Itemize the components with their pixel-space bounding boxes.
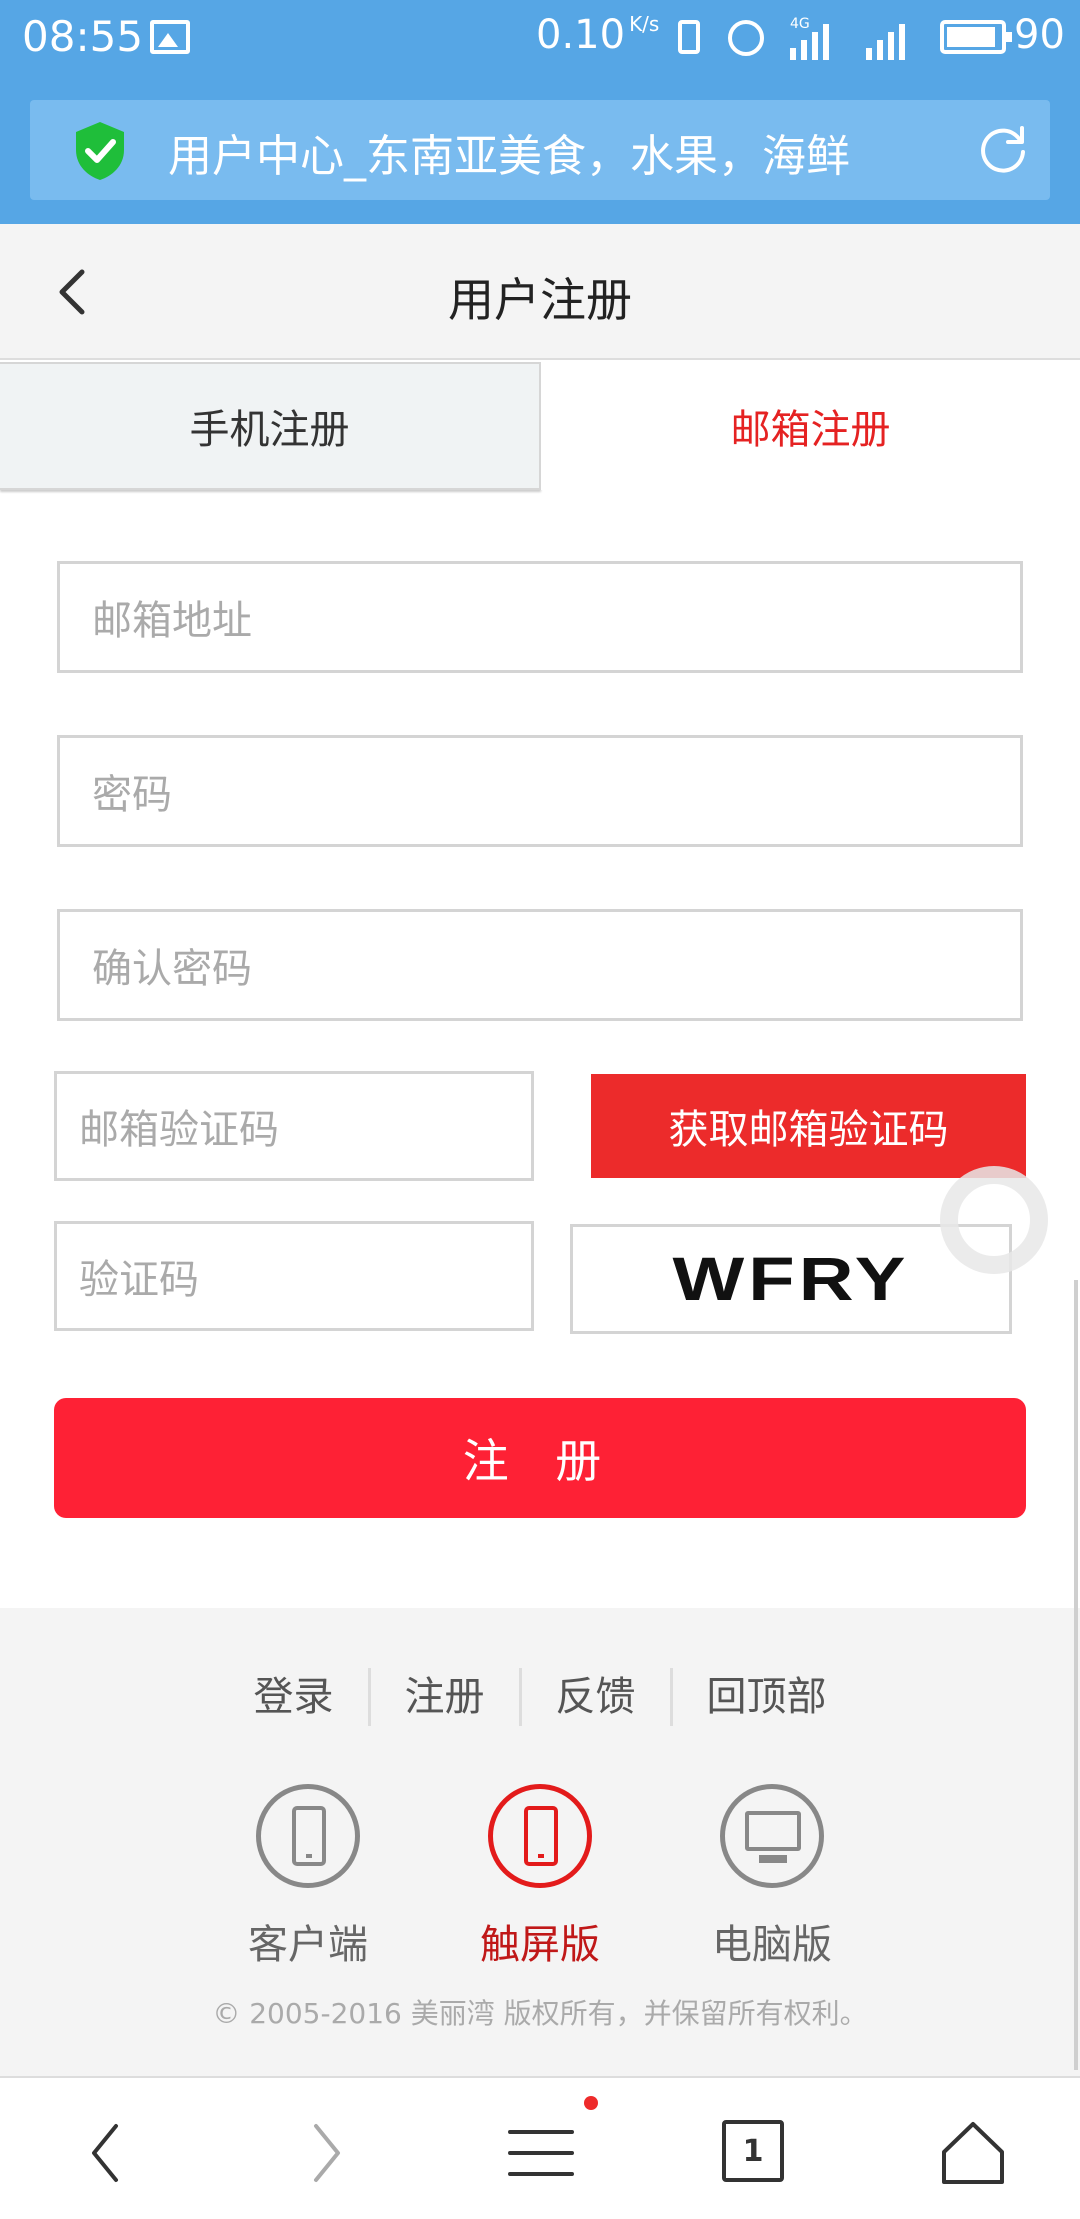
scrollbar[interactable] [1074,1280,1078,2070]
confirm-password-field[interactable]: 确认密码 [57,909,1023,1021]
email-code-field[interactable]: 邮箱验证码 [54,1071,534,1181]
status-bar: 08:55 0.10 K/s 4G 90 [0,0,1080,76]
app-touch-label: 触屏版 [480,1922,600,1968]
footer-link-login[interactable]: 登录 [220,1668,371,1726]
browser-bottom-nav: 1 [0,2076,1080,2219]
app-client[interactable]: 客户端 [233,1784,383,1970]
phone-outline-icon [256,1784,360,1888]
tab-email-register[interactable]: 邮箱注册 [541,362,1080,490]
register-button[interactable]: 注 册 [54,1398,1026,1518]
captcha-field[interactable]: 验证码 [54,1221,534,1331]
menu-icon[interactable] [506,2118,576,2188]
app-client-label: 客户端 [248,1922,368,1968]
back-arrow-icon[interactable] [72,2118,142,2188]
password-field[interactable]: 密码 [57,735,1023,847]
version-switcher: 客户端 触屏版 电脑版 [0,1784,1080,1970]
app-desktop[interactable]: 电脑版 [697,1784,847,1970]
footer-link-feedback[interactable]: 反馈 [522,1668,673,1726]
footer-links: 登录 注册 反馈 回顶部 [0,1668,1080,1726]
signal-icon [866,22,905,60]
register-tabs: 手机注册 邮箱注册 [0,362,1080,490]
app-desktop-label: 电脑版 [712,1922,832,1968]
security-shield-icon [76,122,124,180]
url-bar[interactable]: 用户中心_东南亚美食，水果，海鲜 [30,100,1050,200]
url-title: 用户中心_东南亚美食，水果，海鲜 [168,131,850,182]
browser-topbar: 08:55 0.10 K/s 4G 90 用户中心_东南亚美食，水果，海鲜 [0,0,1080,224]
captcha-text: WFRY [672,1245,910,1313]
status-time: 08:55 [22,12,144,61]
net-speed: 0.10 K/s [536,12,659,58]
site-footer: 登录 注册 反馈 回顶部 客户端 触屏版 电脑版 © 2005-2016 美丽湾… [0,1608,1080,2076]
footer-link-top[interactable]: 回顶部 [673,1668,861,1726]
monitor-icon [720,1784,824,1888]
page-title: 用户注册 [448,273,632,327]
footer-link-register[interactable]: 注册 [371,1668,522,1726]
email-field[interactable]: 邮箱地址 [57,561,1023,673]
net-speed-unit: K/s [629,12,660,36]
battery-level: 90 [1014,12,1065,58]
vibrate-icon [678,20,700,54]
home-icon[interactable] [938,2118,1008,2188]
notification-dot [584,2096,598,2110]
tabs-count-icon[interactable]: 1 [722,2120,784,2182]
floating-ball-icon[interactable] [940,1166,1048,1274]
phone-outline-icon [488,1784,592,1888]
get-email-code-button[interactable]: 获取邮箱验证码 [591,1074,1026,1178]
app-touch[interactable]: 触屏版 [465,1784,615,1970]
refresh-icon[interactable] [976,122,1030,176]
image-notification-icon [150,20,190,54]
tab-phone-register[interactable]: 手机注册 [0,362,541,490]
page-header: 用户注册 [0,224,1080,360]
alarm-icon [728,20,764,56]
signal-4g-icon [790,22,829,60]
net-speed-value: 0.10 [536,12,626,58]
battery-icon [940,20,1012,54]
copyright-text: © 2005-2016 美丽湾 版权所有，并保留所有权利。 [212,1997,868,2030]
forward-arrow-icon[interactable] [290,2118,360,2188]
